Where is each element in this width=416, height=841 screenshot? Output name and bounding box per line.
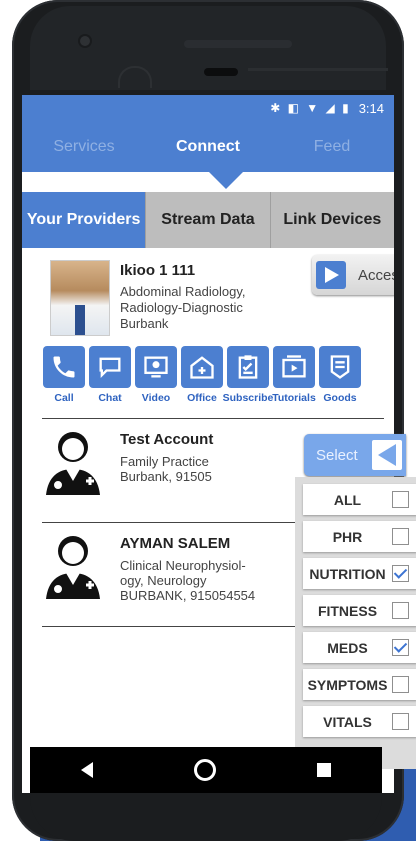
photo-detail: [75, 305, 85, 335]
filter-phr[interactable]: PHR: [303, 521, 416, 552]
phone-icon: [43, 346, 85, 388]
provider-name: Ikioo 1 111: [120, 262, 196, 279]
provider-location: Burbank, 91505: [120, 469, 212, 484]
checkbox[interactable]: [392, 713, 409, 730]
filter-symptoms[interactable]: SYMPTOMS: [303, 669, 416, 700]
filter-nutrition[interactable]: NUTRITION: [303, 558, 416, 589]
filter-label: VITALS: [323, 713, 372, 730]
sub-tabs: Your Providers Stream Data Link Devices: [22, 192, 394, 248]
doctor-icon: [46, 536, 100, 599]
sensor-icon: [118, 66, 152, 88]
earpiece: [204, 68, 238, 76]
tab-feed[interactable]: Feed: [270, 138, 394, 156]
select-button[interactable]: Select: [304, 434, 406, 476]
caret-down-icon: [209, 172, 243, 189]
filter-label: ALL: [333, 491, 362, 508]
provider-specialty-2: Radiology-Diagnostic: [120, 300, 243, 315]
filter-vitals[interactable]: VITALS: [303, 706, 416, 737]
select-label: Select: [316, 446, 358, 464]
video-icon: [135, 346, 177, 388]
featured-provider-card: Ikioo 1 111 Abdominal Radiology, Radiolo…: [42, 248, 394, 419]
provider-name: Test Account: [120, 431, 214, 448]
subtab-stream-data[interactable]: Stream Data: [146, 192, 271, 248]
clipboard-icon: [227, 346, 269, 388]
video-button[interactable]: Video: [134, 346, 178, 404]
goods-button[interactable]: Goods: [318, 346, 362, 404]
chat-button[interactable]: Chat: [88, 346, 132, 404]
provider-specialty-1: Abdominal Radiology,: [120, 284, 246, 299]
status-time: 3:14: [358, 100, 384, 116]
tag-icon: [319, 346, 361, 388]
camera-icon: [80, 36, 90, 46]
provider-details: Abdominal Radiology, Radiology-Diagnosti…: [120, 284, 270, 332]
provider-specialty: Family Practice: [120, 454, 209, 469]
filter-meds[interactable]: MEDS: [303, 632, 416, 663]
office-button[interactable]: Office: [180, 346, 224, 404]
office-label: Office: [187, 392, 217, 404]
filter-label: MEDS: [327, 639, 368, 656]
speaker-grille: [184, 40, 292, 48]
call-label: Call: [54, 392, 74, 404]
call-button[interactable]: Call: [42, 346, 86, 404]
phone-top-bezel: [30, 6, 386, 90]
filter-all[interactable]: ALL: [303, 484, 416, 515]
tab-connect[interactable]: Connect: [146, 138, 270, 156]
chat-label: Chat: [98, 392, 122, 404]
home-icon[interactable]: [193, 759, 216, 781]
tutorials-button[interactable]: Tutorials: [272, 346, 316, 404]
access-button[interactable]: Access: [312, 255, 394, 295]
subtab-link-devices[interactable]: Link Devices: [270, 192, 394, 248]
provider-photo: [50, 260, 110, 336]
recent-apps-icon[interactable]: [317, 763, 332, 777]
subscribe-button[interactable]: Subscribe: [223, 346, 273, 404]
chat-icon: [89, 346, 131, 388]
filter-label: PHR: [332, 528, 363, 545]
phone-chin: [30, 793, 382, 841]
provider-details: Clinical Neurophysiol- ogy, Neurology BU…: [120, 558, 270, 603]
provider-actions: Call Chat Video Office Subscribe Tutoria…: [42, 346, 362, 404]
bezel-line: [248, 68, 388, 71]
provider-specialty-1: Clinical Neurophysiol-: [120, 558, 246, 573]
filter-panel: ALL PHR NUTRITION FITNESS MEDS SYMPTOMS …: [295, 477, 416, 769]
status-bar: ✱ ◧ ▼ ◢ ▮ 3:14: [22, 95, 394, 121]
checkbox[interactable]: [392, 676, 409, 693]
provider-details: Family Practice Burbank, 91505: [120, 454, 270, 484]
checkbox[interactable]: [392, 639, 409, 656]
filter-label: FITNESS: [317, 602, 378, 619]
provider-location: BURBANK, 915054554: [120, 588, 256, 603]
filter-label: SYMPTOMS: [307, 676, 388, 693]
play-icon: [316, 261, 346, 289]
subscribe-label: Subscribe: [222, 392, 274, 404]
phone-frame: ✱ ◧ ▼ ◢ ▮ 3:14 Services Connect Feed You…: [12, 0, 416, 841]
checkbox[interactable]: [392, 528, 409, 545]
doctor-icon: [46, 432, 100, 495]
tab-services[interactable]: Services: [22, 138, 146, 156]
checkbox[interactable]: [392, 491, 409, 508]
top-navigation: Services Connect Feed: [22, 121, 394, 172]
android-nav-bar: [30, 747, 382, 793]
office-icon: [181, 346, 223, 388]
play-icon: [273, 346, 315, 388]
status-icons: ✱ ◧ ▼ ◢ ▮: [270, 101, 351, 115]
back-icon[interactable]: [80, 762, 93, 778]
active-tab-indicator: [22, 172, 394, 192]
checkbox[interactable]: [392, 602, 409, 619]
tutorials-label: Tutorials: [272, 392, 316, 404]
filter-fitness[interactable]: FITNESS: [303, 595, 416, 626]
provider-specialty-2: ogy, Neurology: [120, 573, 207, 588]
access-label: Access: [358, 266, 394, 284]
checkbox[interactable]: [392, 565, 409, 582]
subtab-your-providers[interactable]: Your Providers: [22, 192, 147, 248]
provider-city: Burbank: [120, 316, 169, 331]
arrow-left-icon: [371, 440, 402, 470]
video-label: Video: [141, 392, 171, 404]
filter-label: NUTRITION: [309, 565, 386, 582]
goods-label: Goods: [323, 392, 357, 404]
provider-name: AYMAN SALEM: [120, 535, 231, 552]
